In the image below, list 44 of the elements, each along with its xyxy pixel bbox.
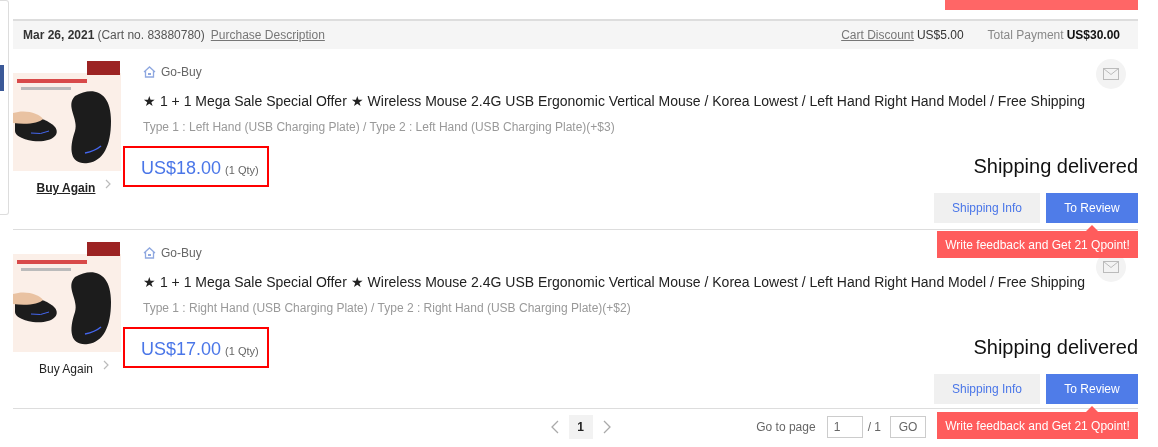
shipping-info-button[interactable]: Shipping Info: [934, 193, 1040, 223]
product-price: US$17.00: [141, 338, 222, 361]
go-button[interactable]: GO: [890, 416, 926, 438]
page-input[interactable]: 1: [826, 416, 863, 438]
product-title[interactable]: ★ 1 + 1 Mega Sale Special Offer ★ Wireless Mouse 2.4G USB Ergonomic Vertical Mouse / Korea Lowest / Left Hand Right Hand Model / Free Shipping: [143, 272, 1138, 293]
next-page-icon: [602, 420, 611, 434]
page-total: / 1: [867, 419, 881, 436]
product-price: US$18.00: [141, 157, 222, 180]
buy-again-link[interactable]: Buy Again: [36, 179, 96, 197]
message-button[interactable]: [1096, 59, 1126, 89]
seller-name[interactable]: Go-Buy: [161, 63, 202, 81]
review-button[interactable]: To Review: [1046, 193, 1138, 223]
previous-page-icon: [550, 420, 559, 434]
product-options: Type 1 : Left Hand (USB Charging Plate) / Type 2 : Left Hand (USB Charging Plate)(+$3): [143, 118, 1138, 136]
side-tab[interactable]: [0, 65, 4, 91]
buy-again-link[interactable]: Buy Again: [38, 360, 93, 378]
home-icon: [143, 66, 156, 78]
cart-discount-value: US$5.00: [916, 27, 964, 44]
quantity: (1 Qty): [225, 344, 259, 359]
order-date: Mar 26, 2021: [23, 27, 95, 44]
page-button[interactable]: 1: [568, 415, 593, 439]
home-icon: [143, 247, 156, 259]
shipping-status: Shipping delivered: [973, 335, 1138, 359]
cart-number: (Cart no. 83880780): [97, 27, 205, 44]
product-title[interactable]: ★ 1 + 1 Mega Sale Special Offer ★ Wireless Mouse 2.4G USB Ergonomic Vertical Mouse / Korea Lowest / Left Hand Right Hand Model / Free Shipping: [143, 91, 1138, 112]
shipping-status: Shipping delivered: [973, 154, 1138, 178]
total-payment-value: US$30.00: [1066, 27, 1120, 44]
shipping-info-button[interactable]: Shipping Info: [934, 374, 1040, 404]
cart-discount-link[interactable]: Cart Discount: [841, 26, 914, 44]
tooltip-pointer: [1086, 225, 1098, 231]
tooltip: Write feedback and Get 21 Qpoint!: [937, 406, 1138, 439]
quantity: (1 Qty): [225, 163, 259, 178]
chevron-right-icon: [103, 360, 109, 370]
purchase-description-link[interactable]: Purchase Description: [210, 26, 325, 44]
seller-name[interactable]: Go-Buy: [161, 244, 202, 262]
tooltip: Write feedback and Get 21 Qpoint!: [937, 225, 1138, 258]
total-payment-label: Total Payment: [986, 27, 1064, 44]
chevron-right-icon: [105, 179, 112, 189]
mail-icon: [1103, 68, 1119, 80]
product-options: Type 1 : Right Hand (USB Charging Plate) / Type 2 : Right Hand (USB Charging Plate)(+$2): [143, 299, 1138, 317]
go-to-page-label: Go to page: [756, 419, 816, 436]
tooltip-pointer: [1086, 406, 1098, 412]
mail-icon: [1103, 261, 1119, 273]
review-button[interactable]: To Review: [1046, 374, 1138, 404]
